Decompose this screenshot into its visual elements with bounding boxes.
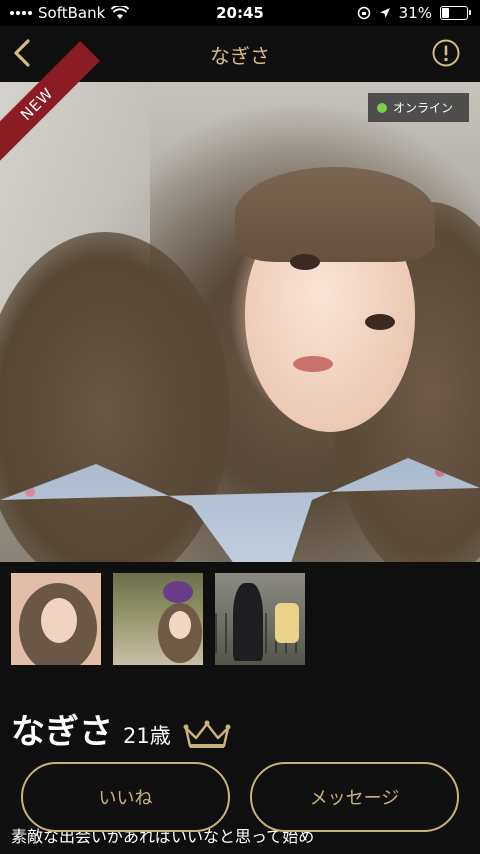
battery-percent: 31% <box>398 4 432 22</box>
profile-age: 21歳 <box>123 724 171 748</box>
back-button[interactable] <box>8 36 38 70</box>
thumbnail-photo-1[interactable] <box>11 573 101 665</box>
thumbnail-photo-2[interactable] <box>113 573 203 665</box>
online-dot-icon <box>377 102 387 113</box>
report-button[interactable] <box>432 39 460 67</box>
exclamation-circle-icon <box>432 39 460 67</box>
like-button[interactable]: いいね <box>21 762 230 832</box>
message-button[interactable]: メッセージ <box>250 762 459 832</box>
status-indicators: 31% <box>357 4 471 22</box>
main-profile-photo[interactable] <box>0 82 480 562</box>
chevron-left-icon <box>14 39 30 67</box>
crown-icon <box>183 720 231 748</box>
location-icon <box>379 8 390 18</box>
battery-fill <box>442 8 449 18</box>
rotation-lock-icon <box>357 6 370 20</box>
status-bar: SoftBank 20:45 31% <box>0 0 480 26</box>
online-status-badge: オンライン <box>368 93 469 122</box>
profile-name: なぎさ <box>11 712 113 752</box>
battery-icon <box>440 6 471 20</box>
online-label: オンライン <box>393 101 454 115</box>
thumbnail-photo-3[interactable] <box>215 573 305 665</box>
profile-header: なぎさ 21歳 <box>11 708 231 752</box>
